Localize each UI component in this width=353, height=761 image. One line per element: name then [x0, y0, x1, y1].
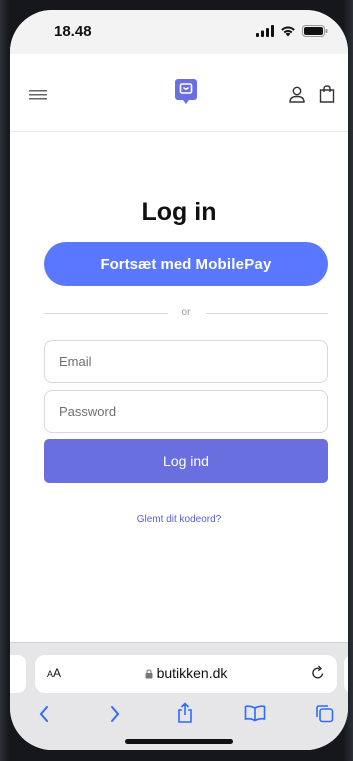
mobilepay-brand: MobilePay [195, 255, 272, 273]
status-bar: 18.48 [10, 10, 348, 54]
login-page: Log in Fortsæt med MobilePay or Log ind … [10, 132, 348, 652]
shop-logo-icon[interactable] [175, 79, 197, 105]
bookmarks-icon[interactable] [244, 704, 266, 722]
next-tab-peek[interactable] [344, 655, 348, 693]
login-button[interactable]: Log ind [44, 439, 328, 483]
phone-frame: 18.48 Log in Fortsæt med MobilePay or Em… [0, 0, 353, 761]
url-display[interactable]: butikken.dk [35, 665, 337, 681]
share-icon[interactable] [176, 702, 194, 724]
tabs-icon[interactable] [315, 704, 334, 723]
signal-icon [256, 25, 274, 37]
account-icon[interactable] [289, 86, 305, 103]
previous-tab-peek[interactable] [10, 655, 26, 693]
mobilepay-prefix: Fortsæt med [100, 255, 196, 273]
status-icons [256, 25, 328, 37]
divider-line-right [206, 313, 328, 314]
wifi-icon [281, 26, 295, 37]
battery-icon [302, 25, 328, 37]
email-field[interactable] [44, 340, 328, 383]
forgot-password-link[interactable]: Glemt dit kodeord? [10, 514, 348, 525]
mobilepay-button[interactable]: Fortsæt med MobilePay [44, 242, 328, 286]
shopping-bag-icon[interactable] [319, 85, 335, 103]
reload-icon[interactable] [311, 665, 325, 680]
browser-nav-row [10, 702, 348, 731]
forward-icon[interactable] [109, 705, 121, 723]
home-indicator [125, 739, 233, 744]
page-title: Log in [141, 198, 217, 226]
lock-icon [145, 669, 153, 679]
status-time: 18.48 [54, 23, 92, 40]
or-divider: or [44, 307, 328, 321]
browser-toolbar: AA butikken.dk [10, 642, 348, 750]
password-field[interactable] [44, 390, 328, 433]
url-text: butikken.dk [156, 665, 228, 681]
hamburger-menu-icon[interactable] [29, 90, 47, 100]
phone-screen: 18.48 Log in Fortsæt med MobilePay or Em… [10, 10, 348, 750]
back-icon[interactable] [38, 705, 50, 723]
site-header [10, 54, 348, 132]
address-bar[interactable]: AA butikken.dk [35, 655, 337, 693]
